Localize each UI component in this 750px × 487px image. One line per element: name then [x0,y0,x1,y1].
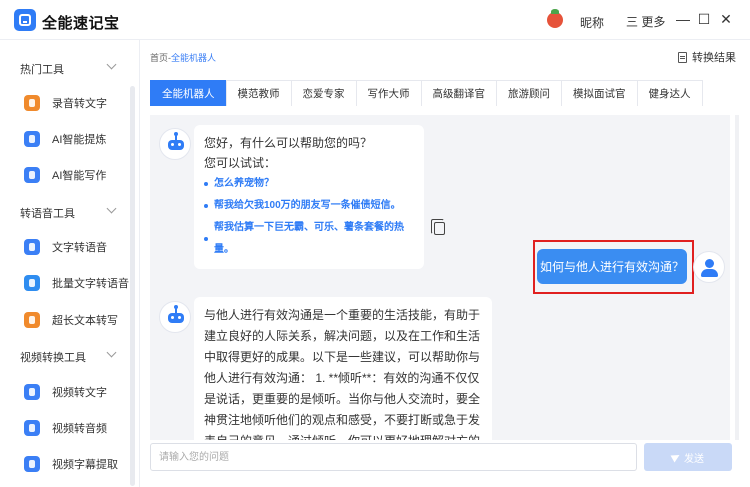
tab-bar: 全能机器人 模范教师 恋爱专家 写作大师 高级翻译官 旅游顾问 模拟面试官 健身… [150,80,703,106]
tab-fitness-expert[interactable]: 健身达人 [636,80,703,106]
tab-all-robot[interactable]: 全能机器人 [150,80,227,106]
copy-icon[interactable] [431,219,445,235]
long-text-icon [24,312,40,328]
suggestion-link[interactable]: 怎么养宠物？ [204,173,414,195]
nickname-link[interactable]: 昵称 [580,14,604,31]
batch-tts-icon [24,275,40,291]
user-message: 如何与他人进行有效沟通？ [537,249,687,284]
video-to-audio-icon [24,420,40,436]
user-avatar-icon [693,251,725,283]
text-to-speech-icon [24,239,40,255]
sidebar-item-label: 文字转语音 [52,242,107,254]
sidebar-item-label: 视频转文字 [52,387,107,399]
maximize-icon[interactable]: ☐ [696,11,712,27]
sidebar-item-audio-to-text[interactable]: 录音转文字 [24,92,107,114]
sidebar-item-label: AI智能写作 [52,170,107,182]
sidebar-item-label: 视频字幕提取 [52,459,118,471]
breadcrumb-current: 全能机器人 [171,53,217,63]
tab-love-expert[interactable]: 恋爱专家 [290,80,357,106]
bot-avatar-icon [159,128,191,160]
breadcrumb-home[interactable]: 首页 [150,53,168,63]
sidebar-item-label: 录音转文字 [52,98,107,110]
sidebar-group-tts-tools[interactable]: 转语音工具 [20,205,75,221]
main-panel: 首页-全能机器人 转换结果 全能机器人 模范教师 恋爱专家 写作大师 高级翻译官… [140,40,750,487]
sidebar-item-video-subtitle[interactable]: 视频字幕提取 [24,453,118,475]
send-icon [670,451,682,463]
sidebar-item-label: AI智能提炼 [52,134,107,146]
tab-travel-advisor[interactable]: 旅游顾问 [496,80,562,106]
document-icon [678,51,687,63]
greeting-line: 您好，有什么可以帮助您的吗？ [204,136,373,150]
user-avatar[interactable] [547,9,563,28]
title-bar: 全能速记宝 昵称 三 更多 — ☐ ✕ [0,0,750,40]
minimize-icon[interactable]: — [675,11,691,27]
suggestion-link[interactable]: 帮我估算一下巨无霸、可乐、薯条套餐的热量。 [204,217,414,261]
sidebar-item-text-to-speech[interactable]: 文字转语音 [24,236,107,258]
video-to-text-icon [24,384,40,400]
breadcrumb: 首页-全能机器人 [150,51,216,64]
convert-results-button[interactable]: 转换结果 [678,49,736,65]
suggestion-link[interactable]: 帮我给欠我100万的朋友写一条催债短信。 [204,195,414,217]
tab-translator[interactable]: 高级翻译官 [420,80,497,106]
sidebar-item-label: 视频转音频 [52,423,107,435]
bot-answer-message: 与他人进行有效沟通是一个重要的生活技能，有助于建立良好的人际关系，解决问题，以及… [194,297,492,440]
question-input[interactable] [151,444,636,470]
chevron-down-icon[interactable] [106,203,117,214]
greeting-line: 您可以试试： [204,156,277,170]
sidebar-item-label: 超长文本转写 [52,315,118,327]
sidebar-group-hot-tools[interactable]: 热门工具 [20,61,64,77]
sidebar-item-label: 批量文字转语音 [52,278,129,290]
tab-writing-master[interactable]: 写作大师 [355,80,422,106]
chat-area[interactable]: 您好，有什么可以帮助您的吗？ 您可以试试： 怎么养宠物？ 帮我给欠我100万的朋… [150,115,730,440]
sidebar-item-ai-extract[interactable]: AI智能提炼 [24,128,106,150]
answer-text: 与他人进行有效沟通是一个重要的生活技能，有助于建立良好的人际关系，解决问题，以及… [204,308,481,440]
chevron-down-icon[interactable] [106,59,117,70]
send-button[interactable]: 发送 [644,443,732,471]
close-icon[interactable]: ✕ [718,11,734,27]
sidebar-item-ai-writing[interactable]: AI智能写作 [24,164,106,186]
bot-greeting-message: 您好，有什么可以帮助您的吗？ 您可以试试： 怎么养宠物？ 帮我给欠我100万的朋… [194,125,424,269]
sidebar-group-video-tools[interactable]: 视频转换工具 [20,349,86,365]
more-menu-button[interactable]: 三 更多 [626,13,665,30]
sidebar-item-video-to-audio[interactable]: 视频转音频 [24,417,107,439]
ai-writing-icon [24,167,40,183]
question-input-box[interactable] [150,443,637,471]
tab-mock-interviewer[interactable]: 模拟面试官 [561,80,638,106]
app-title: 全能速记宝 [42,15,120,32]
ai-extract-icon [24,131,40,147]
chat-scrollbar[interactable] [735,115,739,440]
app-logo-icon [14,9,36,31]
bot-avatar-icon [159,301,191,333]
sidebar-item-video-to-text[interactable]: 视频转文字 [24,381,107,403]
send-label: 发送 [684,453,704,465]
convert-results-label: 转换结果 [692,52,736,64]
tab-model-teacher[interactable]: 模范教师 [225,80,292,106]
chevron-down-icon[interactable] [106,347,117,358]
sidebar-item-long-text[interactable]: 超长文本转写 [24,309,118,331]
sidebar: 热门工具 录音转文字 AI智能提炼 AI智能写作 转语音工具 文字转语音 批量文… [0,40,140,487]
video-subtitle-icon [24,456,40,472]
recording-icon [24,95,40,111]
sidebar-scrollbar[interactable] [130,86,135,486]
sidebar-item-batch-text-to-speech[interactable]: 批量文字转语音 [24,272,129,294]
